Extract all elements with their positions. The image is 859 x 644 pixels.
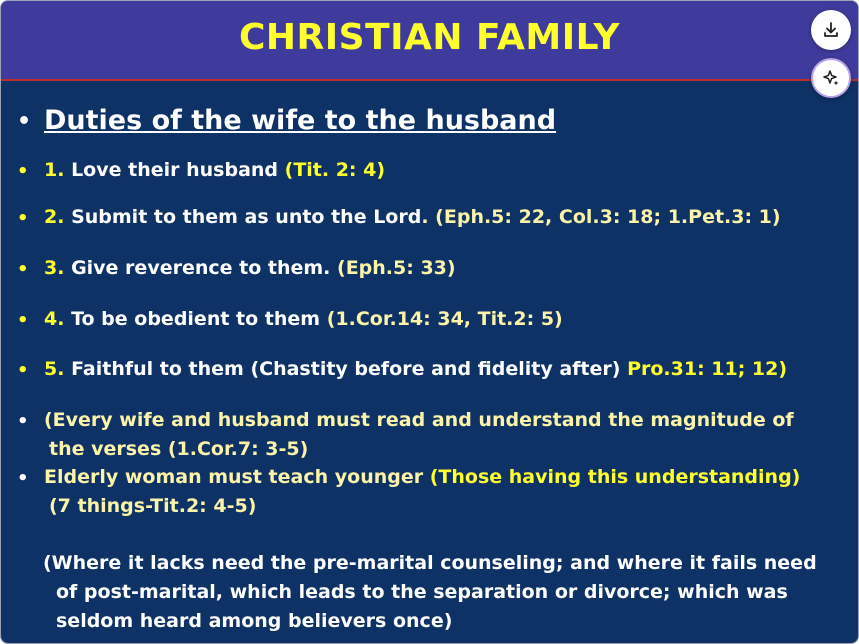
item-number: 1.: [44, 159, 65, 181]
bullet-dot: •: [17, 109, 32, 134]
sparkle-icon: [823, 70, 839, 86]
download-icon: [824, 22, 838, 37]
note-line: (7 things-Tit.2: 4-5): [49, 495, 257, 517]
closing-line: of post-marital, which leads to the sepa…: [56, 581, 788, 603]
bullet-dot: •: [17, 411, 29, 432]
bullet-dot: •: [17, 310, 29, 331]
item-text: To be obedient to them: [64, 308, 327, 330]
bullet-dot: •: [17, 161, 29, 182]
item-number: 4.: [44, 308, 65, 330]
note-text: Elderly woman must teach younger: [44, 466, 430, 488]
item-ref: (1.Cor.14: 34, Tit.2: 5): [326, 308, 563, 330]
item-number: 5.: [44, 358, 65, 380]
slide: CHRISTIAN FAMILY • Duties of the wife to…: [0, 0, 859, 644]
list-item: 1. Love their husband (Tit. 2: 4): [44, 159, 385, 181]
note-highlight: (Those having this understanding): [429, 466, 801, 488]
bullet-dot: •: [17, 360, 29, 381]
list-item: 5. Faithful to them (Chastity before and…: [44, 358, 787, 380]
list-item: 3. Give reverence to them. (Eph.5: 33): [44, 257, 456, 279]
title-bar: CHRISTIAN FAMILY: [1, 1, 858, 81]
list-item: 2. Submit to them as unto the Lord. (Eph…: [44, 206, 781, 228]
download-button[interactable]: [811, 10, 851, 50]
bullet-dot: •: [17, 208, 29, 229]
ai-assist-button[interactable]: [811, 58, 851, 98]
item-number: 2.: [44, 206, 65, 228]
item-ref: (Tit. 2: 4): [284, 159, 386, 181]
item-ref: . (Eph.5: 22, Col.3: 18; 1.Pet.3: 1): [421, 206, 781, 228]
slide-title: CHRISTIAN FAMILY: [238, 17, 620, 58]
item-ref: (Eph.5: 33): [337, 257, 456, 279]
closing-line: (Where it lacks need the pre-marital cou…: [43, 552, 817, 574]
bullet-dot: •: [17, 259, 29, 280]
item-text: Faithful to them (Chastity before and fi…: [64, 358, 628, 380]
bullet-dot: •: [17, 468, 29, 489]
item-text: Give reverence to them.: [64, 257, 338, 279]
note-line: the verses (1.Cor.7: 3-5): [49, 438, 309, 460]
list-item: 4. To be obedient to them (1.Cor.14: 34,…: [44, 308, 563, 330]
item-text: Love their husband: [64, 159, 285, 181]
closing-line: seldom heard among believers once): [56, 610, 453, 632]
item-text: Submit to them as unto the Lord: [64, 206, 422, 228]
section-heading: Duties of the wife to the husband: [44, 105, 557, 136]
note-line: Elderly woman must teach younger (Those …: [44, 466, 800, 488]
note-line: (Every wife and husband must read and un…: [44, 409, 794, 431]
item-number: 3.: [44, 257, 65, 279]
item-ref: Pro.31: 11; 12): [627, 358, 788, 380]
